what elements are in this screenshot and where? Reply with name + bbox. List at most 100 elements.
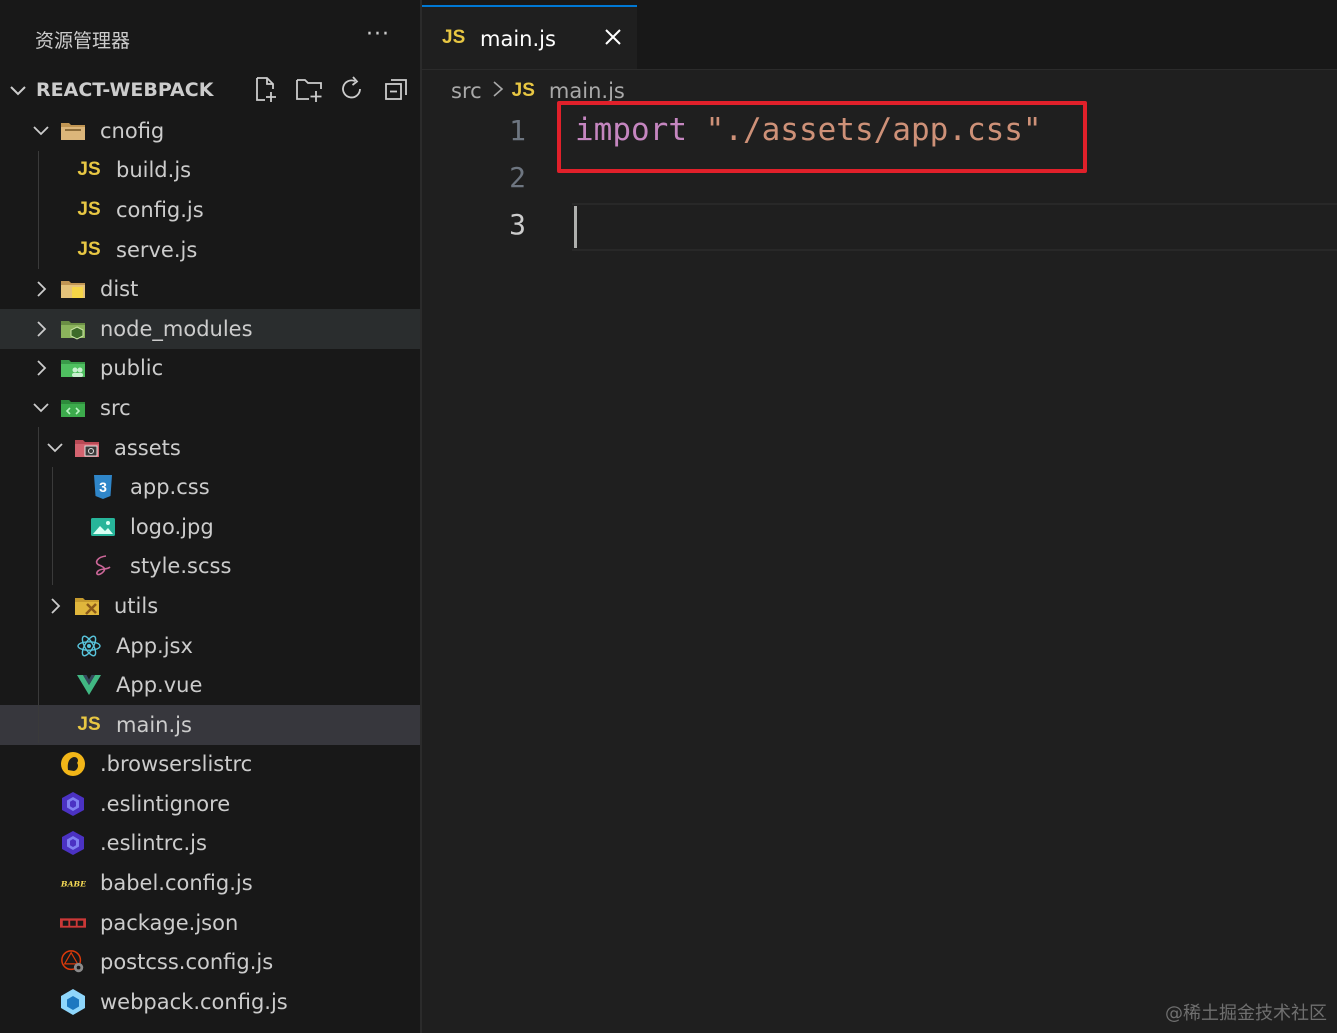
tree-item-label: App.jsx (116, 633, 193, 658)
tree-item-label: postcss.config.js (100, 950, 274, 975)
image-icon (90, 514, 116, 540)
tab-label: main.js (480, 27, 556, 51)
tree-item-label: serve.js (116, 237, 198, 262)
postcss-icon (60, 949, 86, 975)
tree-item-label: package.json (100, 910, 239, 935)
tree-item-label: node_modules (100, 316, 253, 341)
chevron-down-icon[interactable] (46, 439, 64, 457)
tree-item-label: cnofig (100, 118, 165, 143)
chevron-down-icon[interactable] (32, 122, 50, 140)
folder-node-icon (60, 316, 86, 342)
tree-item-label: logo.jpg (130, 514, 214, 539)
workspace-section-header[interactable]: REACT-WEBPACK (0, 72, 420, 108)
text-cursor (574, 206, 577, 248)
indent-guide (38, 427, 39, 743)
folder-item[interactable]: cnofig (0, 111, 420, 151)
tab-bar: JS main.js (422, 0, 1337, 70)
tree-item-label: assets (114, 435, 181, 460)
more-actions-icon[interactable]: ··· (366, 22, 396, 47)
react-icon (76, 633, 102, 659)
chevron-down-icon[interactable] (8, 80, 28, 104)
browserslist-icon (60, 751, 86, 777)
file-item[interactable]: .eslintignore (0, 784, 420, 824)
eslint-icon (60, 830, 86, 856)
tree-item-label: .browserslistrc (100, 752, 253, 777)
folder-item[interactable]: public (0, 349, 420, 389)
file-item[interactable]: BABEL babel.config.js (0, 863, 420, 903)
chevron-right-icon[interactable] (32, 280, 50, 298)
chevron-right-icon[interactable] (46, 597, 64, 615)
file-item[interactable]: webpack.config.js (0, 982, 420, 1022)
explorer-sidebar: 资源管理器 ··· REACT-WEBPACK cnofig JS build.js… (0, 0, 420, 1033)
annotation-highlight-box (557, 101, 1087, 173)
folder-assets-icon (74, 435, 100, 461)
line-number: 1 (509, 114, 526, 147)
css-icon: 3 (90, 474, 116, 500)
file-item[interactable]: postcss.config.js (0, 942, 420, 982)
chevron-down-icon[interactable] (32, 399, 50, 417)
sass-icon (90, 553, 116, 579)
js-icon: JS (442, 27, 466, 48)
eslint-icon (60, 791, 86, 817)
folder-item[interactable]: assets (0, 428, 420, 468)
indent-guide (38, 151, 39, 269)
file-item[interactable]: JS config.js (0, 190, 420, 230)
close-icon[interactable] (598, 22, 628, 52)
new-file-icon[interactable] (250, 74, 280, 104)
tree-item-label: src (100, 395, 131, 420)
current-line-highlight (572, 203, 1337, 251)
js-icon: JS (511, 80, 535, 101)
folder-item[interactable]: utils (0, 586, 420, 626)
new-folder-icon[interactable] (294, 74, 324, 104)
file-item[interactable]: logo.jpg (0, 507, 420, 547)
chevron-right-icon[interactable] (32, 359, 50, 377)
file-item[interactable]: App.jsx (0, 626, 420, 666)
collapse-all-icon[interactable] (381, 74, 411, 104)
line-number: 2 (509, 161, 526, 194)
file-item[interactable]: JS build.js (0, 151, 420, 191)
file-item[interactable]: JS serve.js (0, 230, 420, 270)
webpack-icon (60, 988, 86, 1015)
js-icon: JS (77, 159, 101, 181)
tree-item-label: dist (100, 277, 139, 302)
svg-text:3: 3 (99, 479, 107, 495)
file-item[interactable]: App.vue (0, 665, 420, 705)
folder-item[interactable]: node_modules (0, 308, 420, 349)
file-item[interactable]: style.scss (0, 547, 420, 587)
refresh-icon[interactable] (337, 74, 367, 104)
npm-icon (60, 910, 86, 936)
tree-item-label: App.vue (116, 673, 203, 698)
svg-text:BABEL: BABEL (60, 880, 86, 889)
file-item[interactable]: .browserslistrc (0, 745, 420, 785)
file-item[interactable]: package.json (0, 903, 420, 943)
babel-icon: BABEL (60, 870, 86, 896)
watermark: @稀土掘金技术社区 (1165, 1003, 1327, 1024)
breadcrumb-folder[interactable]: src (451, 79, 482, 103)
breadcrumb-file[interactable]: main.js (549, 79, 625, 103)
js-icon: JS (77, 198, 101, 220)
chevron-right-icon[interactable] (32, 320, 50, 338)
tree-item-label: public (100, 356, 164, 381)
tab-main-js[interactable]: JS main.js (422, 5, 637, 69)
vue-icon (76, 672, 102, 698)
tree-item-label: build.js (116, 158, 192, 183)
folder-public-icon (60, 355, 86, 381)
folder-src-icon (60, 395, 86, 421)
folder-dist-icon (60, 276, 86, 302)
folder-item[interactable]: src (0, 388, 420, 428)
tree-item-label: .eslintrc.js (100, 831, 207, 856)
tree-item-label: main.js (116, 712, 192, 737)
js-icon: JS (77, 238, 101, 260)
file-item[interactable]: JS main.js (0, 704, 420, 745)
file-item[interactable]: 3 app.css (0, 467, 420, 507)
folder-item[interactable]: dist (0, 269, 420, 309)
editor-area: JS main.js src JS main.js 1 import "./as… (422, 0, 1337, 1033)
folder-utils-icon (74, 593, 100, 619)
tree-item-label: babel.config.js (100, 871, 253, 896)
explorer-title: 资源管理器 (35, 30, 131, 52)
tree-item-label: config.js (116, 197, 204, 222)
indent-guide (52, 467, 53, 585)
tree-item-label: style.scss (130, 554, 232, 579)
workspace-name: REACT-WEBPACK (36, 79, 214, 101)
file-item[interactable]: .eslintrc.js (0, 824, 420, 864)
